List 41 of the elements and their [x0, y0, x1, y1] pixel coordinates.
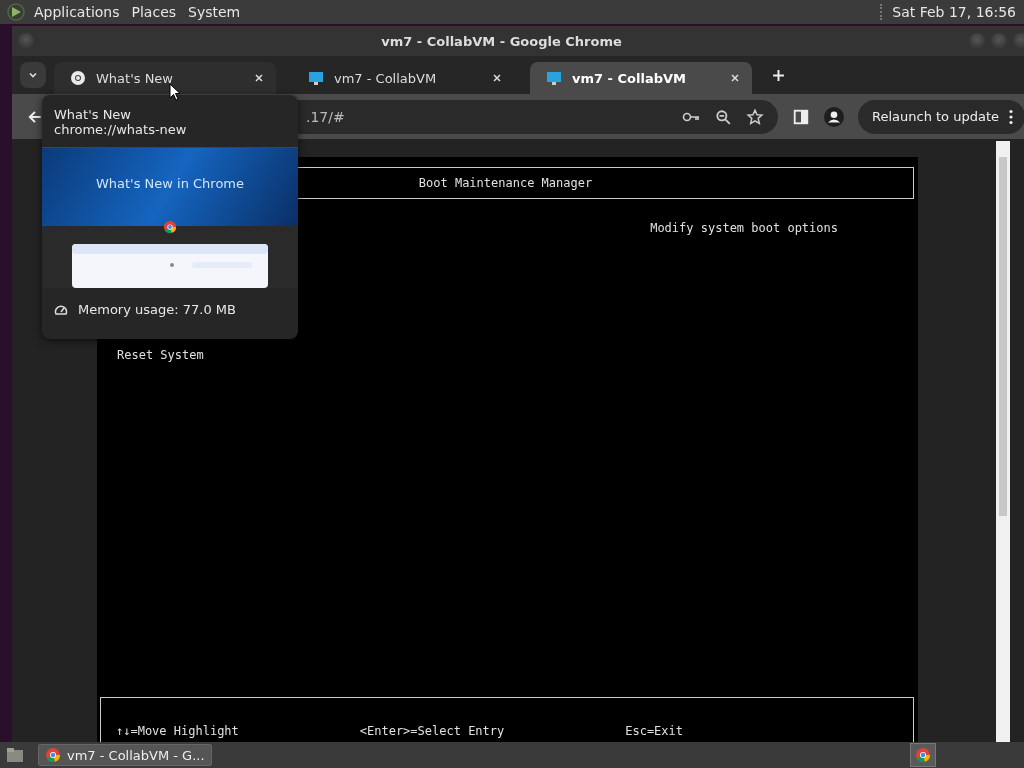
- monitor-icon: [308, 70, 324, 86]
- screen-title: Boot Maintenance Manager: [418, 176, 593, 190]
- close-icon[interactable]: [492, 73, 502, 83]
- key-hint: ↑↓=Move Highlight: [116, 724, 239, 738]
- zoom-icon[interactable]: [714, 108, 732, 125]
- side-panel-icon[interactable]: [792, 108, 810, 125]
- panel-menu[interactable]: System: [188, 4, 241, 20]
- more-icon[interactable]: [1009, 108, 1013, 125]
- panel-menu[interactable]: Applications: [34, 4, 120, 20]
- browser-tab[interactable]: What's New: [54, 62, 276, 94]
- cursor-icon: [169, 83, 181, 101]
- back-arrow-icon[interactable]: [26, 108, 44, 125]
- caret-icon: [28, 70, 38, 80]
- preview-title: What's New in Chrome: [95, 175, 245, 191]
- help-text: Modify system boot options: [650, 221, 838, 235]
- panel-menu[interactable]: Places: [131, 4, 177, 20]
- menu-entry[interactable]: Reset System: [117, 348, 204, 362]
- window-title: vm7 - CollabVM - Google Chrome: [380, 33, 623, 49]
- chrome-logo-icon: [915, 747, 931, 763]
- chrome-icon: [70, 70, 86, 86]
- chrome-logo-icon: [45, 747, 61, 763]
- scrollbar[interactable]: [996, 141, 1010, 742]
- key-hint: Esc=Exit: [625, 724, 683, 738]
- relaunch-button[interactable]: Relaunch to update: [858, 99, 1024, 134]
- close-icon[interactable]: [254, 73, 264, 83]
- star-icon[interactable]: [746, 108, 764, 125]
- browser-tab[interactable]: vm7 - CollabVM: [530, 62, 752, 94]
- file-manager-icon[interactable]: [6, 747, 24, 763]
- logo-icon[interactable]: [6, 2, 26, 22]
- tab-search-button[interactable]: [20, 62, 46, 88]
- new-tab-icon[interactable]: [772, 68, 785, 82]
- monitor-icon: [546, 70, 562, 86]
- gauge-icon: [54, 303, 68, 316]
- close-icon[interactable]: [730, 73, 740, 83]
- profile-icon[interactable]: [824, 106, 844, 127]
- browser-tab[interactable]: vm7 - CollabVM: [292, 62, 514, 94]
- key-hint: <Enter>=Select Entry: [359, 724, 505, 738]
- workspace-button[interactable]: [910, 743, 936, 767]
- clock: Sat Feb 17, 16:56: [880, 4, 1022, 20]
- taskbar-button[interactable]: vm7 - CollabVM - G...: [38, 744, 212, 766]
- chrome-logo-icon: [163, 220, 177, 234]
